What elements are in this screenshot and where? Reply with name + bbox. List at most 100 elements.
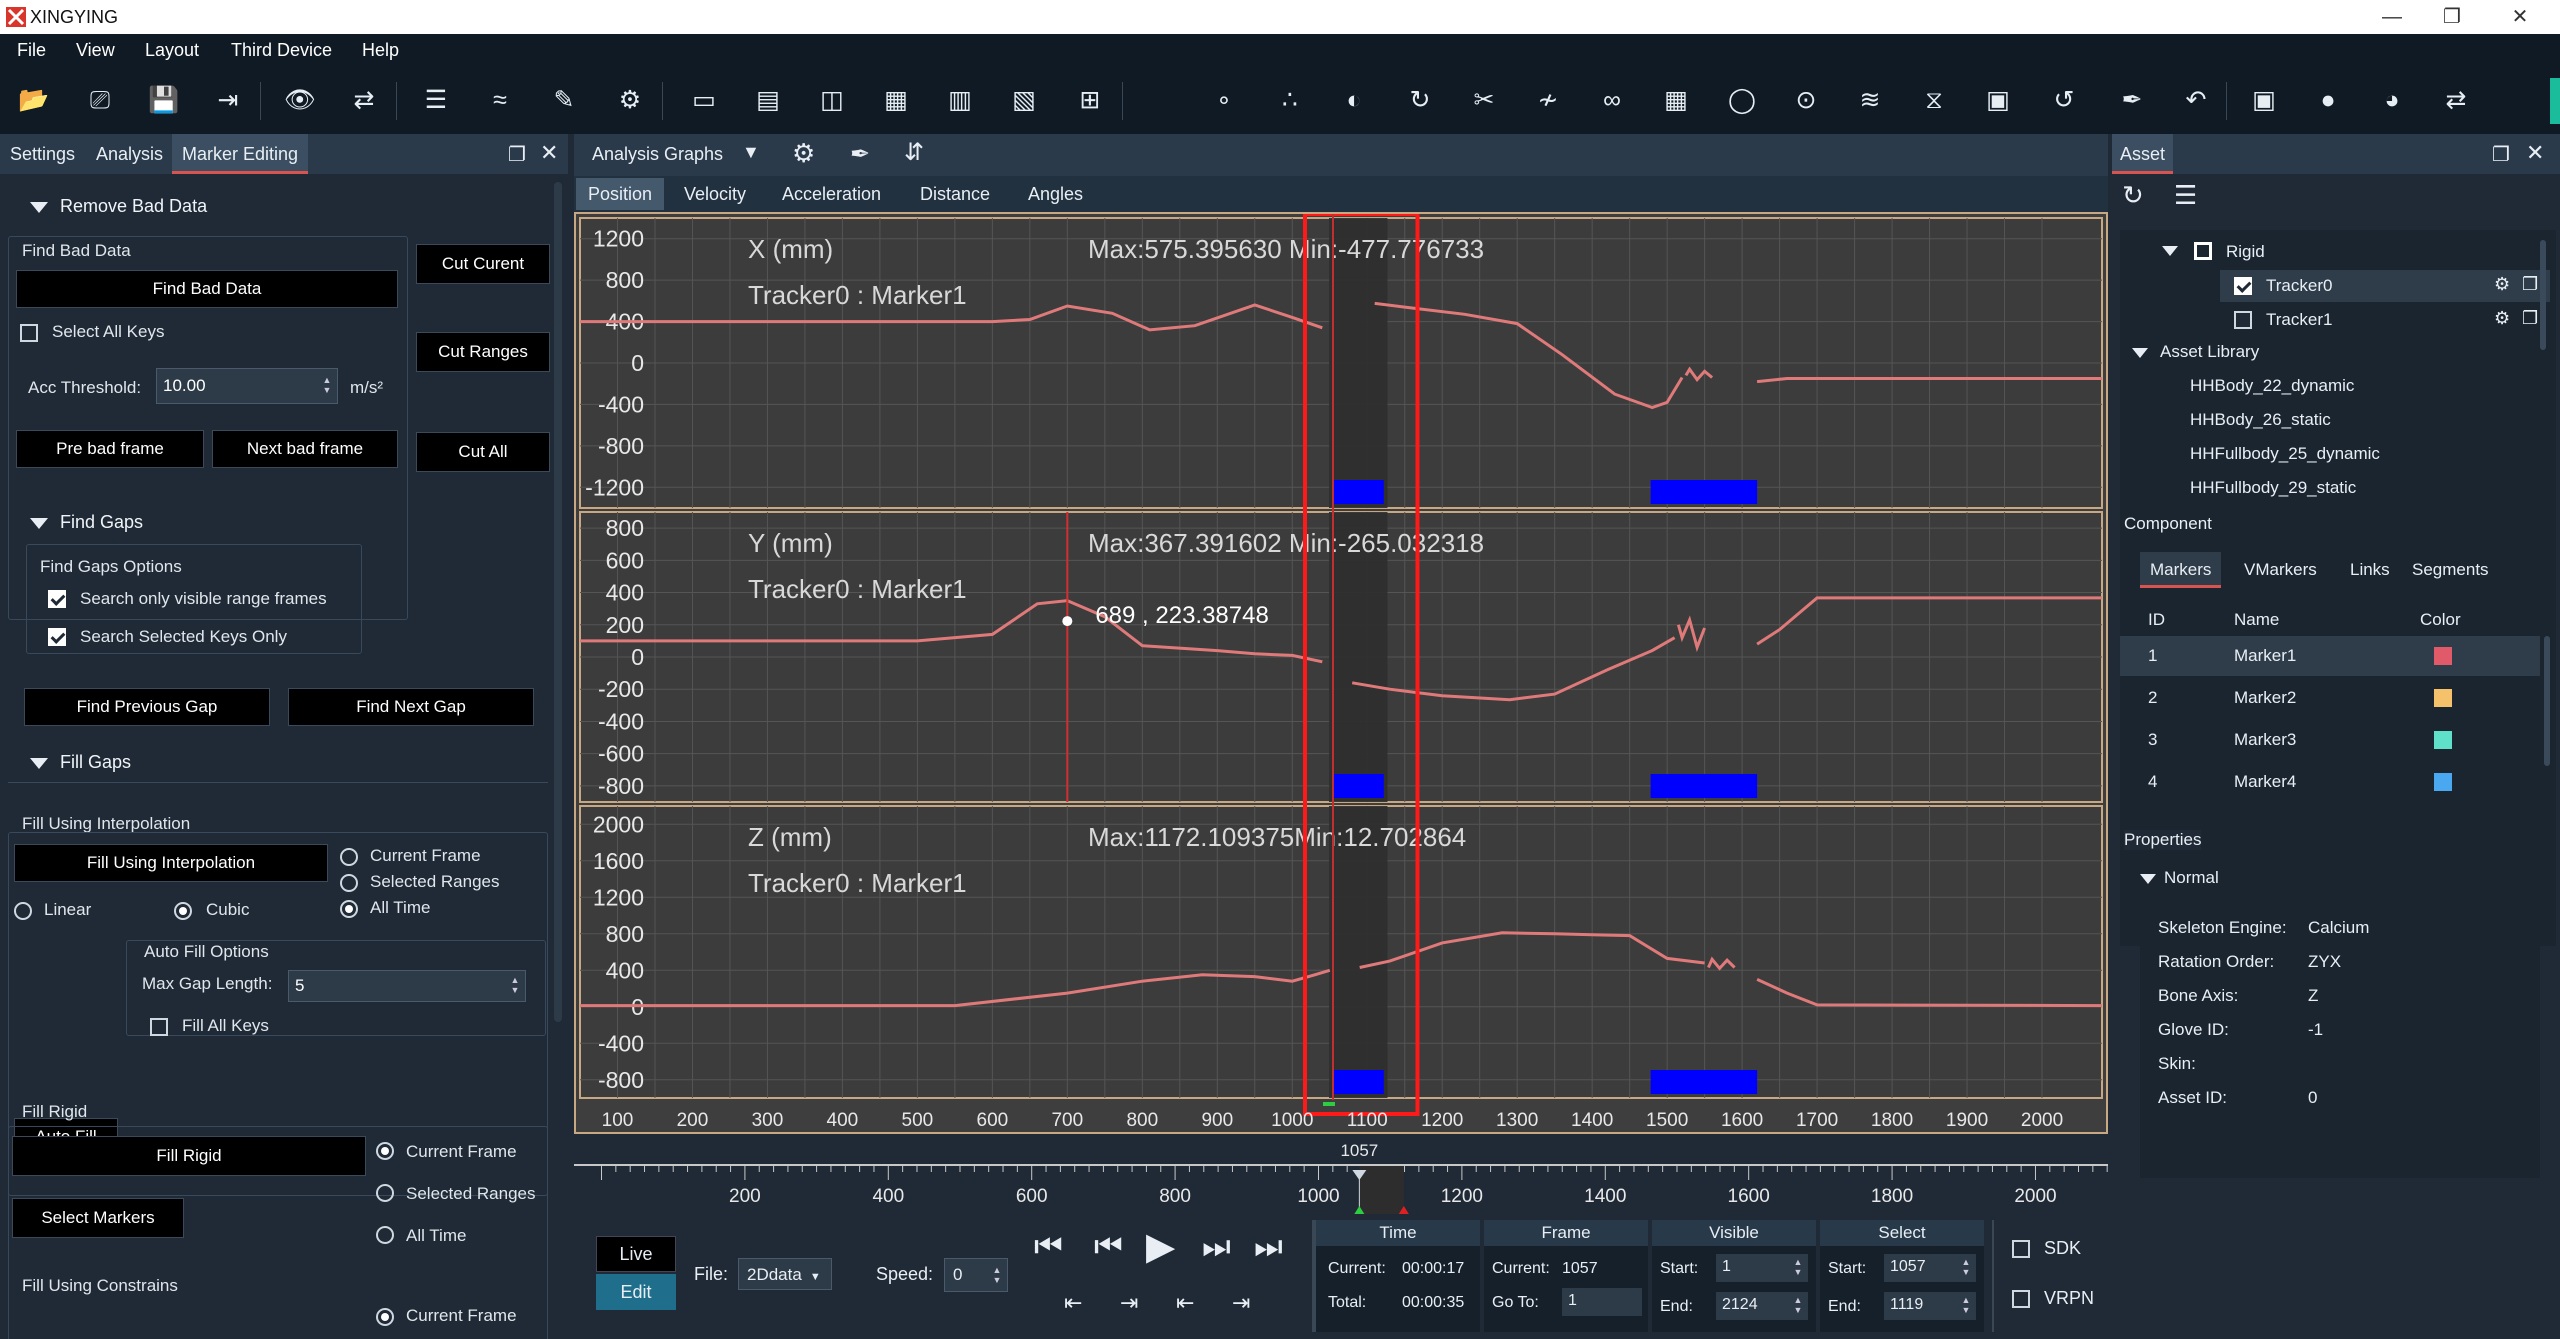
fill-gaps-header[interactable]: Fill Gaps (30, 752, 131, 773)
filter-icon[interactable]: ⧖ (1916, 82, 1952, 118)
selected-ranges-radio[interactable] (340, 874, 358, 892)
menu-file[interactable]: File (17, 40, 46, 61)
export-icon[interactable]: ⇥ (210, 82, 246, 118)
rigid-all-time-radio[interactable] (376, 1226, 394, 1244)
layout-2-icon[interactable]: ▤ (750, 82, 786, 118)
step-back-icon[interactable]: ⏮ (1094, 1228, 1123, 1266)
graph-settings-gear-icon[interactable]: ⚙ (792, 138, 815, 169)
gap-marker[interactable] (1333, 480, 1384, 504)
gap-marker[interactable] (1333, 774, 1384, 798)
tab-analysis[interactable]: Analysis (86, 134, 173, 174)
close-panel-icon[interactable]: ✕ (2526, 140, 2544, 166)
link-icon[interactable]: ∞ (1594, 82, 1630, 118)
all-time-radio[interactable] (340, 900, 358, 918)
spin-arrows-icon[interactable]: ▲ ▼ (507, 975, 523, 995)
prev-select-icon[interactable]: ⇤ (1176, 1290, 1194, 1316)
acc-threshold-input[interactable]: 10.00 ▲ ▼ (156, 368, 338, 404)
gap-marker[interactable] (1333, 1070, 1384, 1094)
maximize-icon[interactable]: ❐ (2432, 3, 2472, 31)
menu-view[interactable]: View (76, 40, 115, 61)
next-key-icon[interactable]: ⇥ (1120, 1290, 1138, 1316)
cut-current-button[interactable]: Cut Curent (416, 244, 550, 284)
bulb-icon[interactable]: ◯ (1724, 82, 1760, 118)
asset-copy-icon[interactable]: ❐ (2522, 308, 2538, 329)
select-start-input[interactable]: 1057 ▲ ▼ (1884, 1254, 1976, 1282)
marker-color-swatch[interactable] (2434, 647, 2452, 665)
layout-1-icon[interactable]: ▭ (686, 82, 722, 118)
rigid-current-frame-radio[interactable] (376, 1142, 394, 1160)
cut-ranges-button[interactable]: Cut Ranges (416, 332, 550, 372)
close-panel-icon[interactable]: ✕ (540, 140, 558, 166)
sync-arrows-icon[interactable]: ⇵ (904, 138, 924, 167)
marker-color-swatch[interactable] (2434, 689, 2452, 707)
goto-input[interactable]: 1 (1562, 1288, 1642, 1316)
gap-marker[interactable] (1650, 480, 1758, 504)
fill-using-interpolation-button[interactable]: Fill Using Interpolation (14, 844, 328, 882)
visible-range-checkbox[interactable] (48, 590, 66, 608)
spin-arrows-icon[interactable]: ▲ ▼ (1790, 1257, 1806, 1277)
speed-input[interactable]: 0 ▲ ▼ (944, 1258, 1008, 1292)
live-button[interactable]: Live (596, 1236, 676, 1272)
calculator-icon[interactable]: ▦ (1658, 82, 1694, 118)
target-icon[interactable]: ⊙ (1788, 82, 1824, 118)
hide-icon[interactable]: 👁 (282, 82, 318, 118)
prev-key-icon[interactable]: ⇤ (1064, 1290, 1082, 1316)
wireless-icon[interactable]: ≈ (482, 82, 518, 118)
spin-arrows-icon[interactable]: ▲ ▼ (319, 375, 335, 395)
expand-arrow-icon[interactable] (2162, 246, 2178, 256)
tab-markers[interactable]: Markers (2140, 552, 2222, 588)
next-bad-frame-button[interactable]: Next bad frame (212, 430, 398, 468)
select-markers-button[interactable]: Select Markers (12, 1198, 184, 1238)
wave-icon[interactable]: ≋ (1852, 82, 1888, 118)
brush-icon[interactable]: ✒ (850, 140, 870, 169)
visible-start-input[interactable]: 1 ▲ ▼ (1716, 1254, 1808, 1282)
expand-arrow-icon[interactable] (2132, 348, 2148, 358)
expand-arrow-icon[interactable] (2140, 874, 2156, 884)
rigid-selected-ranges-radio[interactable] (376, 1184, 394, 1202)
pen-icon[interactable]: ✒ (2114, 82, 2150, 118)
marker-group-icon[interactable]: ∴ (1272, 82, 1308, 118)
rigid-checkbox[interactable] (2194, 242, 2212, 260)
spin-arrows-icon[interactable]: ▲ ▼ (1958, 1257, 1974, 1277)
library-item[interactable]: HHBody_26_static (2190, 410, 2331, 430)
tab-settings[interactable]: Settings (0, 134, 85, 174)
cursor-point[interactable] (1062, 616, 1073, 627)
fill-all-keys-checkbox[interactable] (150, 1018, 168, 1036)
step-forward-icon[interactable]: ⏭ (1202, 1228, 1231, 1266)
asset-action-icon[interactable]: ⚙ (2494, 308, 2510, 329)
menu-layout[interactable]: Layout (145, 40, 199, 61)
visibility-toggle-icon[interactable]: ◐ (1336, 82, 1372, 118)
library-item[interactable]: HHFullbody_25_dynamic (2190, 444, 2380, 464)
undo-icon[interactable]: ↶ (2178, 82, 2214, 118)
close-window-icon[interactable]: ✕ (2500, 3, 2540, 31)
fill-rigid-button[interactable]: Fill Rigid (12, 1136, 366, 1176)
speedometer-icon[interactable]: ◕ (2374, 82, 2410, 118)
float-panel-icon[interactable]: ❐ (2492, 142, 2510, 167)
table-scrollbar[interactable] (2544, 636, 2550, 766)
tab-vmarkers[interactable]: VMarkers (2234, 552, 2327, 588)
constrains-current-frame-radio[interactable] (376, 1308, 394, 1326)
tab-velocity[interactable]: Velocity (672, 178, 758, 210)
spin-arrows-icon[interactable]: ▲ ▼ (1958, 1295, 1974, 1315)
spin-arrows-icon[interactable]: ▲ ▼ (989, 1265, 1005, 1285)
marker-link-icon[interactable]: ∘ (1206, 82, 1242, 118)
select-box-icon[interactable]: ▣ (1980, 82, 2016, 118)
menu-third-device[interactable]: Third Device (231, 40, 332, 61)
vrpn-checkbox[interactable] (2012, 1290, 2030, 1308)
save-icon[interactable]: 💾 (146, 82, 182, 118)
layout-5-icon[interactable]: ▥ (942, 82, 978, 118)
marker-color-swatch[interactable] (2434, 731, 2452, 749)
float-panel-icon[interactable]: ❐ (508, 142, 526, 167)
skip-to-start-icon[interactable]: ⏮ (1034, 1228, 1063, 1266)
sdk-checkbox[interactable] (2012, 1240, 2030, 1258)
play-icon[interactable]: ▶ (1146, 1224, 1175, 1269)
tab-angles[interactable]: Angles (1016, 178, 1095, 210)
visible-end-input[interactable]: 2124 ▲ ▼ (1716, 1292, 1808, 1320)
view-3d-icon[interactable]: ● (2310, 82, 2346, 118)
gap-marker[interactable] (1650, 1070, 1758, 1094)
next-select-icon[interactable]: ⇥ (1232, 1290, 1250, 1316)
marker-color-swatch[interactable] (2434, 773, 2452, 791)
tree-scrollbar[interactable] (2540, 240, 2546, 350)
analysis-graph-area[interactable]: 1200 800 400 0 -400 -800 -1200 X (mm) Tracker0 :… (574, 212, 2108, 1134)
tab-distance[interactable]: Distance (908, 178, 1002, 210)
